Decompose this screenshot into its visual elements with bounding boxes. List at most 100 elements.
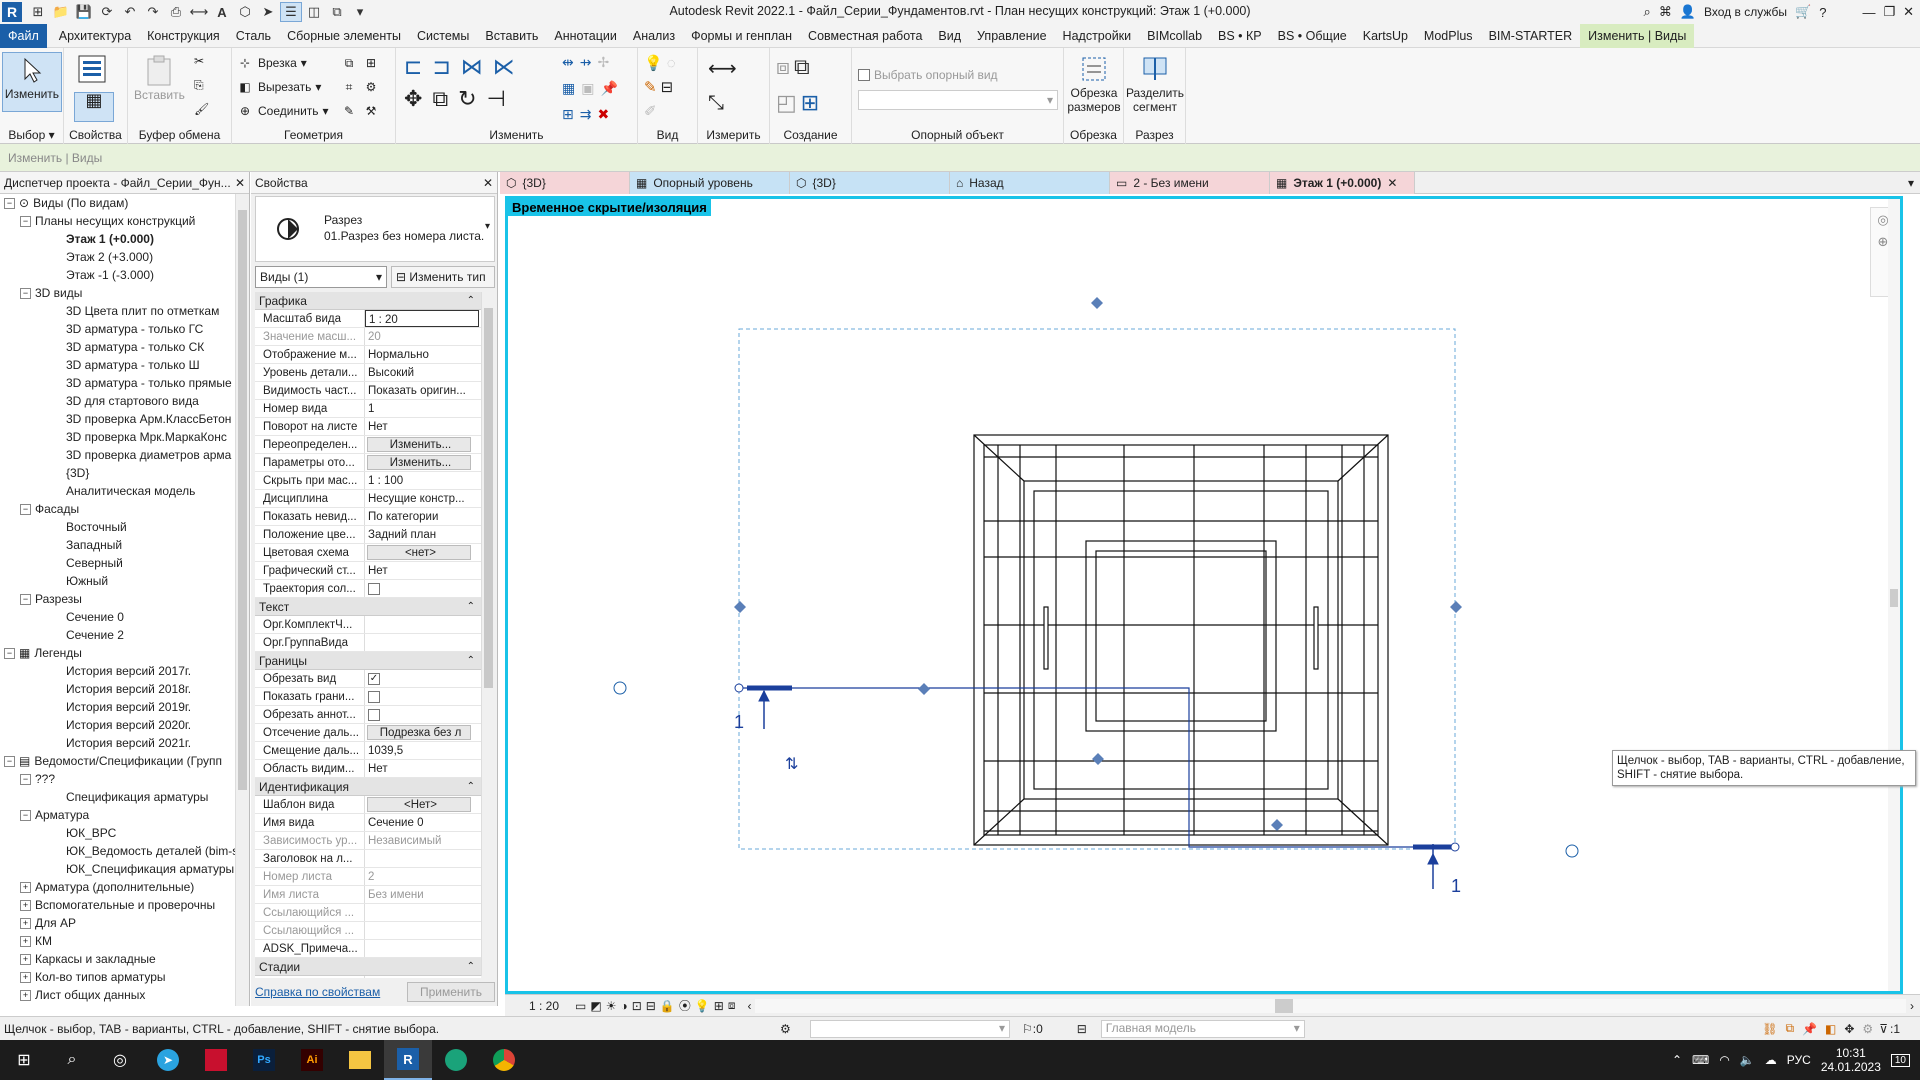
copy-elem-icon[interactable]: ⧉ bbox=[432, 86, 448, 112]
flip-arrows-icon[interactable]: ⇅ bbox=[785, 754, 798, 773]
editable-icon[interactable]: ⚐ bbox=[1022, 1022, 1033, 1036]
view-tab[interactable]: ▦ Этаж 1 (+0.000) ✕ bbox=[1270, 172, 1415, 194]
pick-reference-checkbox[interactable]: Выбрать опорный вид bbox=[858, 68, 998, 82]
property-row[interactable]: Дисциплина Несущие констр... bbox=[255, 490, 481, 508]
measure-dim-icon[interactable]: ⟷ bbox=[708, 56, 737, 81]
tree-toggle-icon[interactable]: − bbox=[20, 594, 31, 606]
property-value[interactable]: ✓ bbox=[365, 670, 481, 687]
tree-toggle-icon[interactable]: + bbox=[20, 972, 31, 984]
text-icon[interactable]: A bbox=[211, 2, 233, 22]
instance-filter[interactable]: Виды (1) ▾ bbox=[255, 266, 387, 288]
ribbon-tab[interactable]: KartsUp bbox=[1355, 24, 1416, 48]
tree-toggle-icon[interactable]: + bbox=[20, 954, 31, 966]
type-dropdown-icon[interactable]: ▾ bbox=[485, 221, 490, 232]
restore-button[interactable]: ❐ bbox=[1883, 4, 1895, 20]
redo-icon[interactable]: ↷ bbox=[142, 2, 164, 22]
tree-item[interactable]: Этаж 1 (+0.000) bbox=[0, 230, 236, 248]
property-row[interactable]: Заголовок на л... bbox=[255, 850, 481, 868]
onedrive-icon[interactable]: ☁ bbox=[1765, 1053, 1777, 1067]
ribbon-tab[interactable]: Сталь bbox=[228, 24, 279, 48]
app-red-icon[interactable] bbox=[192, 1040, 240, 1080]
tree-item[interactable]: + Лист общих данных bbox=[0, 986, 236, 1004]
tree-item[interactable]: + Каркасы и закладные bbox=[0, 950, 236, 968]
tree-toggle-icon[interactable]: − bbox=[20, 504, 31, 516]
property-row[interactable]: Поворот на листе Нет bbox=[255, 418, 481, 436]
property-section-header[interactable]: Границы bbox=[255, 652, 481, 670]
view-tab[interactable]: ▭ 2 - Без имени bbox=[1110, 172, 1270, 194]
drawing-area[interactable]: Временное скрытие/изоляция 1 1 ⇅ ◎ ⊕ bbox=[505, 196, 1903, 994]
linework-icon[interactable]: ✎ bbox=[644, 78, 657, 96]
override-icon[interactable]: ◌ bbox=[667, 55, 676, 72]
ribbon-tab[interactable]: BIM-STARTER bbox=[1481, 24, 1581, 48]
dropdown-icon[interactable]: ▾ bbox=[349, 2, 371, 22]
property-row[interactable]: Область видим... Нет bbox=[255, 760, 481, 778]
select-pinned-icon[interactable]: 📌 bbox=[1798, 1022, 1821, 1036]
visual-style-icon[interactable]: ◩ bbox=[590, 999, 601, 1013]
tree-toggle-icon[interactable]: + bbox=[20, 918, 31, 930]
drag-elements-icon[interactable]: ✥ bbox=[1840, 1022, 1858, 1036]
property-value[interactable]: Нет bbox=[365, 562, 481, 579]
tree-item[interactable]: ЮК_Ведомость деталей (bim-s bbox=[0, 842, 236, 860]
tree-item[interactable]: Сечение 2 bbox=[0, 626, 236, 644]
tree-item[interactable]: 3D арматура - только прямые bbox=[0, 374, 236, 392]
ribbon-tab[interactable]: Формы и генплан bbox=[683, 24, 800, 48]
tree-item[interactable]: 3D арматура - только Ш bbox=[0, 356, 236, 374]
property-value[interactable] bbox=[365, 580, 481, 597]
property-value[interactable]: Подрезка без л bbox=[367, 725, 471, 740]
explorer-icon[interactable] bbox=[336, 1040, 384, 1080]
paste-button[interactable]: Вставить bbox=[134, 54, 185, 102]
tree-item[interactable]: + Кол-во типов арматуры bbox=[0, 968, 236, 986]
tree-item[interactable]: + КМ bbox=[0, 932, 236, 950]
tabs-menu-icon[interactable]: ▾ bbox=[1902, 172, 1920, 194]
close-hidden-icon[interactable]: ◫ bbox=[303, 2, 325, 22]
property-row[interactable]: Видимость част... Показать оригин... bbox=[255, 382, 481, 400]
copy-geom-icon[interactable]: ⧉ bbox=[340, 54, 358, 72]
tree-item[interactable]: − ▤ Ведомости/Спецификации (Групп bbox=[0, 752, 236, 770]
tree-item[interactable]: + Для АР bbox=[0, 914, 236, 932]
close-browser-icon[interactable]: ✕ bbox=[235, 176, 245, 190]
tree-item[interactable]: − Фасады bbox=[0, 500, 236, 518]
wifi-icon[interactable]: ◠ bbox=[1719, 1053, 1729, 1067]
tree-item[interactable]: Северный bbox=[0, 554, 236, 572]
delete-icon[interactable]: ✖ bbox=[597, 106, 609, 123]
start-icon[interactable]: ⊞ bbox=[0, 1040, 48, 1080]
extend-icon[interactable]: ⇉ bbox=[580, 106, 592, 123]
ribbon-tab[interactable]: Сборные элементы bbox=[279, 24, 409, 48]
tree-item[interactable]: 3D арматура - только СК bbox=[0, 338, 236, 356]
tree-item[interactable]: История версий 2021г. bbox=[0, 734, 236, 752]
search-icon[interactable]: ⌕ bbox=[1644, 4, 1651, 20]
tree-toggle-icon[interactable]: − bbox=[20, 288, 31, 300]
cart-icon[interactable]: 🛒 bbox=[1795, 4, 1811, 20]
notifications-icon[interactable]: 10 bbox=[1890, 1053, 1910, 1067]
tree-item[interactable]: История версий 2019г. bbox=[0, 698, 236, 716]
property-row[interactable]: Отображение м... Нормально bbox=[255, 346, 481, 364]
property-value[interactable]: По категории bbox=[365, 508, 481, 525]
cortana-icon[interactable]: ◎ bbox=[96, 1040, 144, 1080]
property-value[interactable]: <нет> bbox=[367, 545, 471, 560]
analytical-icon[interactable]: ⊞ bbox=[714, 999, 724, 1013]
rotate-icon[interactable]: ↻ bbox=[458, 86, 476, 112]
edge-icon[interactable] bbox=[432, 1040, 480, 1080]
property-row[interactable]: Положение цве... Задний план bbox=[255, 526, 481, 544]
photoshop-icon[interactable]: Ps bbox=[240, 1040, 288, 1080]
tray-chevron-icon[interactable]: ⌃ bbox=[1672, 1053, 1682, 1067]
reference-dropdown[interactable]: ▾ bbox=[858, 90, 1058, 110]
user-icon[interactable]: 👤 bbox=[1680, 4, 1696, 20]
ribbon-tab[interactable]: BS • КР bbox=[1210, 24, 1270, 48]
tree-toggle-icon[interactable]: − bbox=[4, 648, 15, 660]
tree-item[interactable]: ЮК_Спецификация арматуры bbox=[0, 860, 236, 878]
property-value[interactable]: Изменить... bbox=[367, 437, 471, 452]
pin-icon[interactable]: 📌 bbox=[600, 80, 617, 97]
control-arrows[interactable] bbox=[734, 297, 1462, 831]
ribbon-tab[interactable]: Совместная работа bbox=[800, 24, 930, 48]
tree-item[interactable]: ЮК_ВРС bbox=[0, 824, 236, 842]
measure-icon[interactable]: ⟷ bbox=[188, 2, 210, 22]
canvas-scrollbar[interactable] bbox=[1888, 199, 1900, 991]
property-row[interactable]: Переопределен... Изменить... bbox=[255, 436, 481, 454]
mirror-draw-icon[interactable]: ⋉ bbox=[493, 54, 515, 80]
property-row[interactable]: Имя вида Сечение 0 bbox=[255, 814, 481, 832]
match-icon[interactable]: 🖌 bbox=[194, 102, 209, 116]
tree-toggle-icon[interactable]: − bbox=[4, 756, 15, 768]
property-value[interactable]: Высокий bbox=[365, 364, 481, 381]
sync-icon[interactable]: ⟳ bbox=[96, 2, 118, 22]
